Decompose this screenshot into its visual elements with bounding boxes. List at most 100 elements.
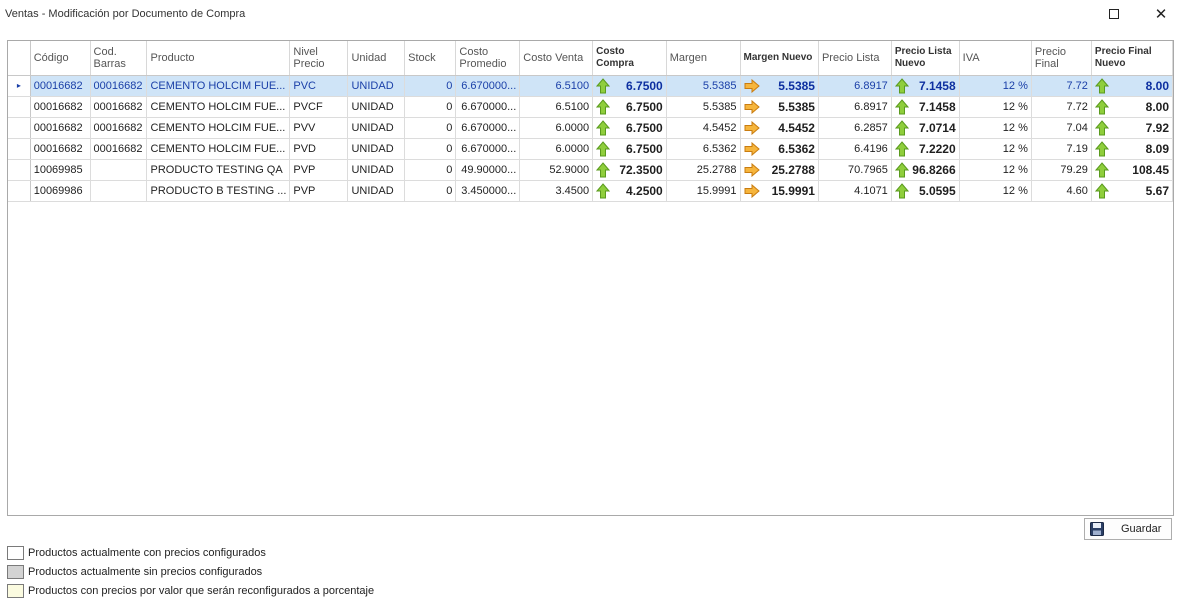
- cell-stock[interactable]: 0: [404, 159, 457, 181]
- cell-precio-final-nuevo[interactable]: 8.00: [1091, 75, 1173, 97]
- column-header-costo-venta[interactable]: Costo Venta: [519, 41, 594, 76]
- cell-unidad[interactable]: UNIDAD: [347, 159, 406, 181]
- row-indicator[interactable]: [8, 96, 31, 118]
- cell-precio-lista-nuevo[interactable]: 7.1458: [891, 75, 960, 97]
- column-header-precio-final[interactable]: Precio Final: [1031, 41, 1092, 76]
- cell-stock[interactable]: 0: [404, 75, 457, 97]
- cell-precio-lista-nuevo[interactable]: 7.1458: [891, 96, 960, 118]
- row-indicator[interactable]: ▸: [8, 75, 31, 97]
- row-indicator[interactable]: [8, 180, 31, 202]
- cell-precio-final[interactable]: 7.19: [1031, 138, 1092, 160]
- cell-precio-final-nuevo[interactable]: 8.09: [1091, 138, 1173, 160]
- column-header-unidad[interactable]: Unidad: [347, 41, 406, 76]
- cell-iva[interactable]: 12 %: [959, 117, 1032, 139]
- cell-costo-compra[interactable]: 6.7500: [592, 138, 667, 160]
- cell-margen-nuevo[interactable]: 5.5385: [740, 75, 819, 97]
- cell-precio-final[interactable]: 4.60: [1031, 180, 1092, 202]
- cell-costo-promedio[interactable]: 6.670000...: [455, 138, 521, 160]
- products-grid[interactable]: Código Cod. Barras Producto Nivel Precio…: [7, 40, 1174, 516]
- column-header-producto[interactable]: Producto: [146, 41, 291, 76]
- cell-precio-lista-nuevo[interactable]: 96.8266: [891, 159, 960, 181]
- cell-cod-barras[interactable]: [90, 180, 148, 202]
- column-header-precio-lista[interactable]: Precio Lista: [818, 41, 892, 76]
- table-row[interactable]: 00016682 00016682 CEMENTO HOLCIM FUE... PVD…: [8, 138, 1173, 160]
- cell-precio-lista[interactable]: 4.1071: [818, 180, 892, 202]
- table-row[interactable]: ▸ 00016682 00016682 CEMENTO HOLCIM FUE... PV…: [8, 75, 1173, 97]
- cell-margen-nuevo[interactable]: 4.5452: [740, 117, 819, 139]
- cell-margen-nuevo[interactable]: 6.5362: [740, 138, 819, 160]
- cell-costo-promedio[interactable]: 3.450000...: [455, 180, 521, 202]
- cell-margen-nuevo[interactable]: 5.5385: [740, 96, 819, 118]
- cell-margen[interactable]: 5.5385: [666, 96, 741, 118]
- row-indicator[interactable]: [8, 138, 31, 160]
- cell-costo-promedio[interactable]: 49.90000...: [455, 159, 521, 181]
- cell-margen[interactable]: 15.9991: [666, 180, 741, 202]
- cell-unidad[interactable]: UNIDAD: [347, 138, 406, 160]
- cell-precio-final-nuevo[interactable]: 108.45: [1091, 159, 1173, 181]
- cell-precio-final[interactable]: 7.72: [1031, 96, 1092, 118]
- cell-nivel-precio[interactable]: PVD: [289, 138, 349, 160]
- cell-margen-nuevo[interactable]: 25.2788: [740, 159, 819, 181]
- cell-unidad[interactable]: UNIDAD: [347, 117, 406, 139]
- cell-cod-barras[interactable]: 00016682: [90, 96, 148, 118]
- cell-costo-promedio[interactable]: 6.670000...: [455, 117, 521, 139]
- cell-cod-barras[interactable]: 00016682: [90, 75, 148, 97]
- cell-producto[interactable]: CEMENTO HOLCIM FUE...: [146, 117, 291, 139]
- cell-stock[interactable]: 0: [404, 117, 457, 139]
- cell-precio-lista[interactable]: 6.2857: [818, 117, 892, 139]
- cell-precio-final-nuevo[interactable]: 7.92: [1091, 117, 1173, 139]
- cell-unidad[interactable]: UNIDAD: [347, 75, 406, 97]
- cell-margen[interactable]: 5.5385: [666, 75, 741, 97]
- cell-precio-final[interactable]: 79.29: [1031, 159, 1092, 181]
- cell-costo-venta[interactable]: 52.9000: [519, 159, 594, 181]
- cell-cod-barras[interactable]: 00016682: [90, 138, 148, 160]
- cell-margen-nuevo[interactable]: 15.9991: [740, 180, 819, 202]
- cell-iva[interactable]: 12 %: [959, 180, 1032, 202]
- cell-iva[interactable]: 12 %: [959, 138, 1032, 160]
- cell-stock[interactable]: 0: [404, 96, 457, 118]
- cell-costo-promedio[interactable]: 6.670000...: [455, 96, 521, 118]
- column-header-stock[interactable]: Stock: [404, 41, 457, 76]
- column-header-codigo[interactable]: Código: [30, 41, 91, 76]
- cell-unidad[interactable]: UNIDAD: [347, 96, 406, 118]
- row-indicator[interactable]: [8, 159, 31, 181]
- cell-iva[interactable]: 12 %: [959, 96, 1032, 118]
- cell-iva[interactable]: 12 %: [959, 75, 1032, 97]
- cell-costo-venta[interactable]: 6.0000: [519, 117, 594, 139]
- cell-producto[interactable]: CEMENTO HOLCIM FUE...: [146, 96, 291, 118]
- save-button[interactable]: Guardar: [1084, 518, 1172, 540]
- cell-precio-lista-nuevo[interactable]: 7.2220: [891, 138, 960, 160]
- cell-precio-final-nuevo[interactable]: 8.00: [1091, 96, 1173, 118]
- column-header-nivel-precio[interactable]: Nivel Precio: [289, 41, 349, 76]
- cell-costo-compra[interactable]: 6.7500: [592, 117, 667, 139]
- cell-costo-venta[interactable]: 6.5100: [519, 96, 594, 118]
- cell-producto[interactable]: PRODUCTO TESTING QA: [146, 159, 291, 181]
- cell-iva[interactable]: 12 %: [959, 159, 1032, 181]
- cell-precio-final[interactable]: 7.72: [1031, 75, 1092, 97]
- cell-nivel-precio[interactable]: PVP: [289, 159, 349, 181]
- cell-precio-final[interactable]: 7.04: [1031, 117, 1092, 139]
- column-header-cod-barras[interactable]: Cod. Barras: [90, 41, 148, 76]
- cell-costo-venta[interactable]: 6.0000: [519, 138, 594, 160]
- cell-precio-lista[interactable]: 70.7965: [818, 159, 892, 181]
- cell-precio-lista[interactable]: 6.8917: [818, 75, 892, 97]
- cell-codigo[interactable]: 10069986: [30, 180, 91, 202]
- cell-nivel-precio[interactable]: PVP: [289, 180, 349, 202]
- cell-costo-compra[interactable]: 72.3500: [592, 159, 667, 181]
- cell-unidad[interactable]: UNIDAD: [347, 180, 406, 202]
- cell-margen[interactable]: 6.5362: [666, 138, 741, 160]
- cell-codigo[interactable]: 00016682: [30, 96, 91, 118]
- cell-stock[interactable]: 0: [404, 138, 457, 160]
- close-button[interactable]: ✕: [1139, 0, 1181, 28]
- column-header-precio-lista-nuevo[interactable]: Precio Lista Nuevo: [891, 41, 960, 76]
- cell-precio-lista-nuevo[interactable]: 5.0595: [891, 180, 960, 202]
- row-indicator[interactable]: [8, 117, 31, 139]
- maximize-button[interactable]: [1092, 0, 1136, 28]
- cell-costo-venta[interactable]: 3.4500: [519, 180, 594, 202]
- cell-nivel-precio[interactable]: PVC: [289, 75, 349, 97]
- cell-producto[interactable]: CEMENTO HOLCIM FUE...: [146, 138, 291, 160]
- table-row[interactable]: 00016682 00016682 CEMENTO HOLCIM FUE... PVC…: [8, 96, 1173, 118]
- column-header-costo-promedio[interactable]: Costo Promedio: [455, 41, 521, 76]
- cell-precio-lista[interactable]: 6.4196: [818, 138, 892, 160]
- cell-producto[interactable]: PRODUCTO B TESTING ...: [146, 180, 291, 202]
